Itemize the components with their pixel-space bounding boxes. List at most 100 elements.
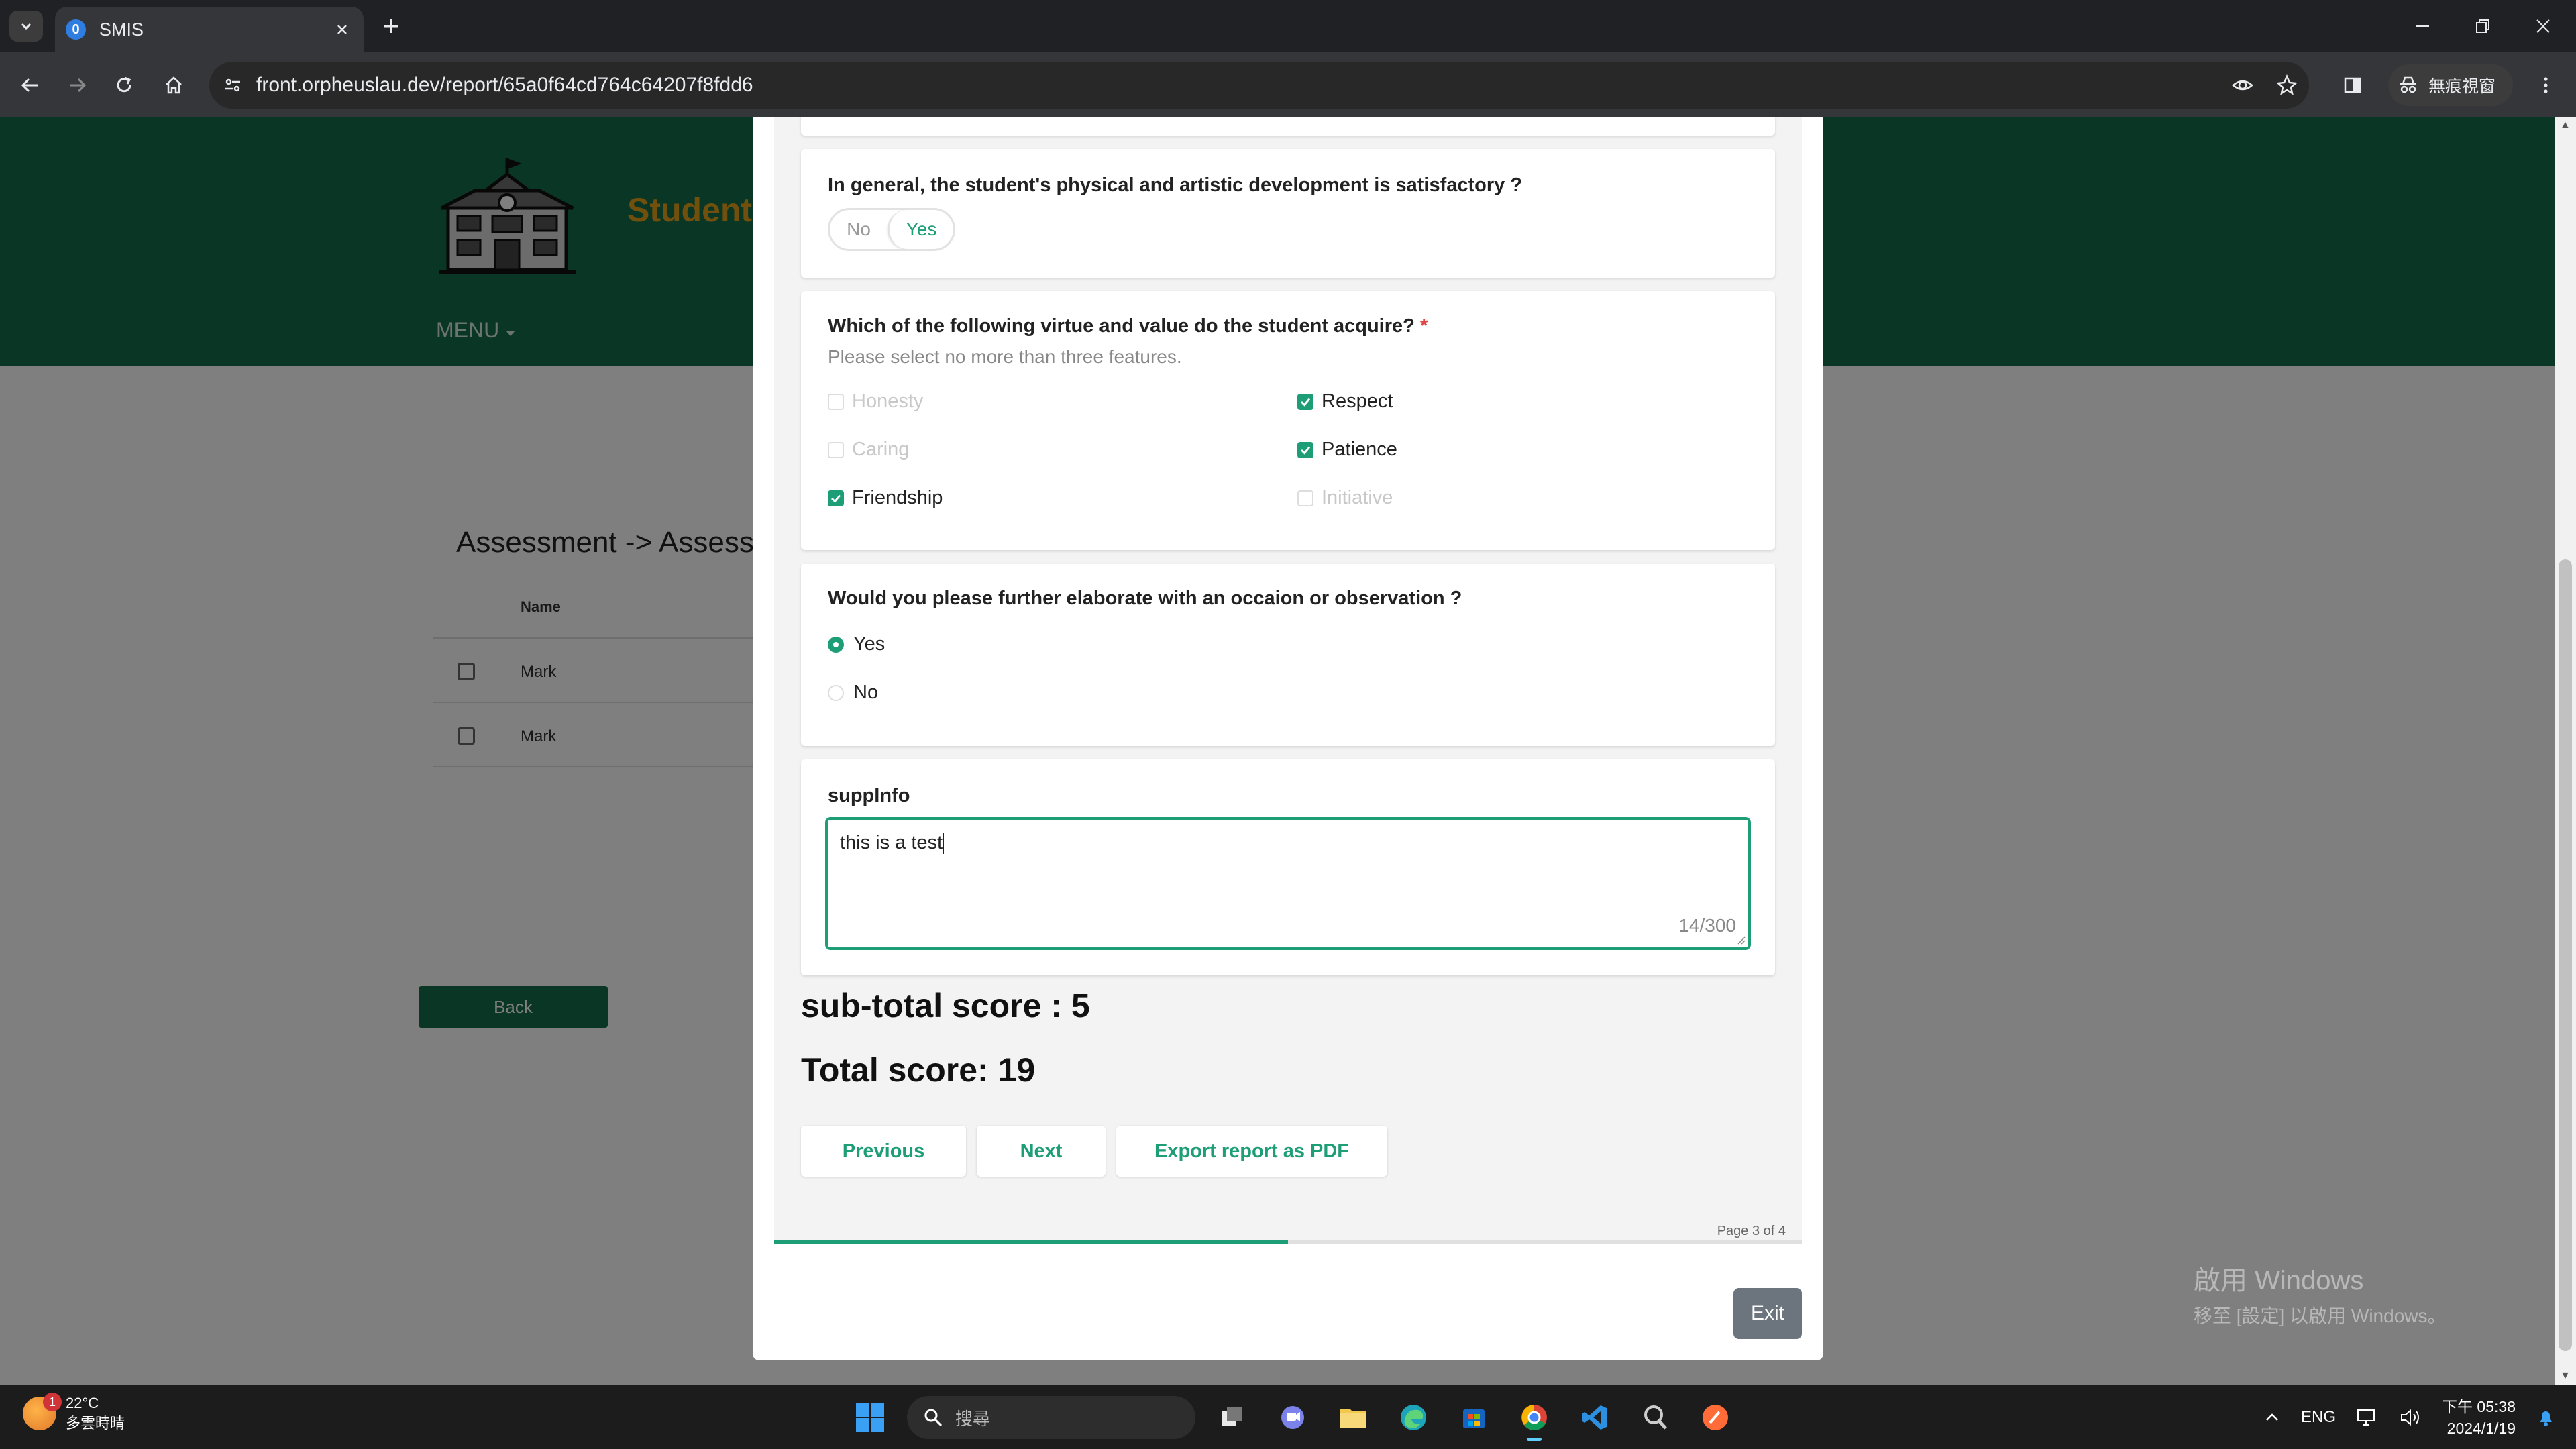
language-indicator[interactable]: ENG	[2301, 1408, 2336, 1427]
checkbox-option-respect[interactable]: Respect	[1297, 390, 1393, 413]
clock-date: 2024/1/19	[2447, 1419, 2516, 1437]
search-icon	[924, 1409, 943, 1427]
side-panel-button[interactable]	[2336, 68, 2369, 102]
scroll-up-arrow-icon[interactable]: ▲	[2560, 119, 2571, 131]
checkbox-option-patience[interactable]: Patience	[1297, 439, 1397, 461]
url-text: front.orpheuslau.dev/report/65a0f64cd764…	[256, 74, 753, 96]
resize-handle-icon[interactable]	[1736, 935, 1746, 945]
search-placeholder: 搜尋	[955, 1408, 991, 1429]
volume-icon[interactable]	[2399, 1407, 2422, 1428]
checkbox[interactable]	[828, 393, 844, 410]
magnifier-app-icon[interactable]	[1631, 1394, 1678, 1441]
checkbox[interactable]	[828, 490, 844, 506]
question-description: Please select no more than three feature…	[828, 346, 1182, 367]
tab-close-button[interactable]	[330, 17, 354, 42]
question-card-elaborate: Would you please further elaborate with …	[801, 564, 1775, 746]
checkbox-option-friendship[interactable]: Friendship	[828, 487, 943, 509]
clock-time: 下午 05:38	[2442, 1398, 2516, 1415]
weather-description: 多雲時晴	[66, 1415, 125, 1432]
restore-icon	[2476, 19, 2489, 33]
exit-button[interactable]: Exit	[1733, 1288, 1802, 1339]
checkbox-option-caring[interactable]: Caring	[828, 439, 909, 461]
microsoft-store-icon[interactable]	[1450, 1394, 1497, 1441]
watermark-title: 啟用 Windows	[2194, 1266, 2364, 1295]
reload-button[interactable]	[107, 68, 141, 102]
forward-nav-button[interactable]	[60, 68, 94, 102]
home-button[interactable]	[157, 68, 191, 102]
checkmark-icon	[1301, 398, 1311, 407]
textarea-text: this is a test	[840, 832, 943, 853]
browser-tab[interactable]: 0 SMIS	[55, 7, 364, 52]
checkbox-option-initiative[interactable]: Initiative	[1297, 487, 1393, 509]
tab-search-button[interactable]	[9, 11, 43, 42]
notification-badge: 1	[43, 1393, 62, 1411]
character-counter: 14/300	[1678, 915, 1736, 936]
radio-option-no[interactable]: No	[828, 682, 878, 704]
address-bar[interactable]: front.orpheuslau.dev/report/65a0f64cd764…	[209, 62, 2309, 109]
browser-toolbar: front.orpheuslau.dev/report/65a0f64cd764…	[0, 52, 2576, 117]
toggle-option-no[interactable]: No	[830, 219, 888, 240]
checkbox-option-honesty[interactable]: Honesty	[828, 390, 923, 413]
scroll-down-arrow-icon[interactable]: ▼	[2560, 1370, 2571, 1382]
toggle-option-yes[interactable]: Yes	[888, 210, 953, 249]
postman-icon[interactable]	[1692, 1394, 1739, 1441]
arrow-right-icon	[70, 78, 87, 93]
task-view-icon[interactable]	[1209, 1394, 1256, 1441]
bookmark-star-icon[interactable]	[2265, 63, 2309, 107]
eye-icon[interactable]	[2220, 63, 2265, 107]
start-button[interactable]	[847, 1394, 894, 1441]
notification-bell-icon[interactable]	[2536, 1407, 2556, 1428]
checkbox[interactable]	[1297, 441, 1313, 458]
text-caret	[943, 833, 945, 855]
site-favicon-icon: 0	[66, 19, 86, 40]
required-mark: *	[1419, 315, 1428, 337]
close-icon	[2536, 19, 2550, 33]
weather-widget[interactable]: 1 22°C 多雲時晴	[23, 1393, 125, 1434]
site-info-icon[interactable]	[209, 62, 256, 109]
progress-bar-fill	[774, 1240, 1288, 1244]
browser-menu-button[interactable]	[2529, 68, 2563, 102]
export-pdf-button[interactable]: Export report as PDF	[1116, 1126, 1387, 1177]
edge-browser-icon[interactable]	[1390, 1394, 1437, 1441]
page-scrollbar[interactable]: ▲ ▼	[2555, 117, 2576, 1385]
question-title: Would you please further elaborate with …	[828, 588, 1462, 609]
incognito-indicator[interactable]: 無痕視窗	[2388, 64, 2513, 106]
radio-button[interactable]	[828, 636, 844, 653]
weather-sun-icon: 1	[23, 1393, 62, 1430]
tab-title: SMIS	[99, 19, 144, 40]
radio-option-yes[interactable]: Yes	[828, 633, 885, 655]
checkbox-label: Initiative	[1322, 487, 1393, 508]
file-explorer-icon[interactable]	[1330, 1394, 1377, 1441]
chevron-up-icon[interactable]	[2263, 1409, 2281, 1426]
window-close-button[interactable]	[2506, 0, 2576, 52]
suppinfo-textarea[interactable]: this is a test 14/300	[825, 817, 1751, 950]
checkbox-label: Honesty	[852, 390, 924, 412]
vscode-icon[interactable]	[1571, 1394, 1618, 1441]
back-nav-button[interactable]	[13, 68, 47, 102]
checkbox[interactable]	[1297, 393, 1313, 410]
taskbar-search[interactable]: 搜尋	[907, 1396, 1195, 1439]
teams-chat-icon[interactable]	[1269, 1394, 1316, 1441]
question-card-physical: In general, the student's physical and a…	[801, 149, 1775, 278]
new-tab-button[interactable]	[374, 11, 408, 42]
checkbox[interactable]	[828, 441, 844, 458]
checkbox-label: Friendship	[852, 487, 943, 508]
question-title: Which of the following virtue and value …	[828, 315, 1428, 337]
chrome-browser-icon[interactable]	[1511, 1394, 1558, 1441]
progress-bar	[774, 1240, 1802, 1244]
weather-temperature: 22°C	[66, 1395, 99, 1411]
network-icon[interactable]	[2356, 1407, 2379, 1428]
suppinfo-label: suppInfo	[828, 785, 910, 806]
checkbox[interactable]	[1297, 490, 1313, 506]
total-score: Total score: 19	[801, 1051, 1036, 1089]
watermark-subtitle: 移至 [設定] 以啟用 Windows。	[2194, 1305, 2447, 1326]
next-button[interactable]: Next	[977, 1126, 1106, 1177]
radio-button[interactable]	[828, 684, 844, 701]
subtotal-score: sub-total score : 5	[801, 987, 1090, 1024]
question-card-virtue: Which of the following virtue and value …	[801, 291, 1775, 550]
scrollbar-thumb[interactable]	[2559, 559, 2572, 1351]
yes-no-toggle[interactable]: No Yes	[828, 208, 955, 251]
previous-button[interactable]: Previous	[801, 1126, 966, 1177]
checkbox-label: Respect	[1322, 390, 1393, 412]
system-clock[interactable]: 下午 05:38 2024/1/19	[2442, 1396, 2516, 1439]
